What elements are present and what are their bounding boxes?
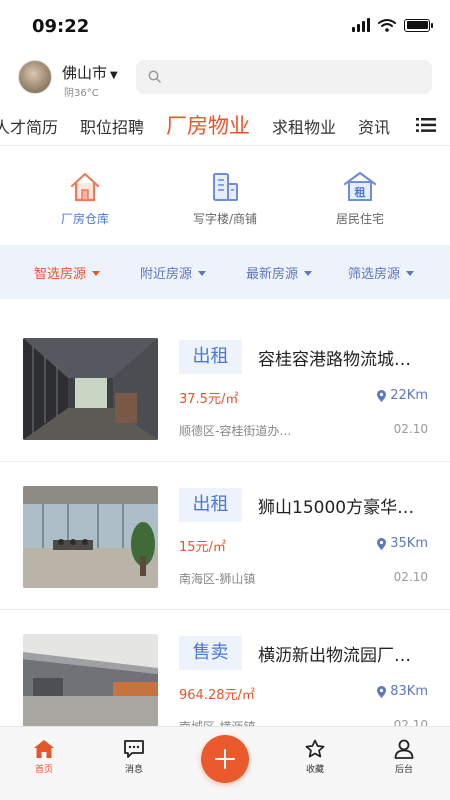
triangle-down-icon bbox=[198, 271, 207, 276]
listing-item[interactable]: 售卖 横沥新出物流园厂… 964.28元/㎡ 83Km 南城区-横沥镇 02.1… bbox=[0, 610, 450, 726]
listing-tag: 售卖 bbox=[179, 636, 242, 670]
post-plus-button[interactable] bbox=[201, 735, 249, 783]
user-icon bbox=[394, 739, 414, 759]
tab-label: 收藏 bbox=[305, 765, 324, 775]
nav-item-news[interactable]: 资讯 bbox=[358, 114, 390, 138]
list-menu-icon[interactable] bbox=[416, 117, 436, 133]
chevron-down-icon: ▼ bbox=[110, 70, 118, 81]
signal-icon bbox=[352, 18, 370, 32]
listing-price: 964.28元/㎡ bbox=[179, 688, 255, 703]
city-selector[interactable]: 佛山市 ▼ bbox=[62, 62, 118, 83]
filter-label: 筛选房源 bbox=[348, 267, 401, 282]
listing-title: 容桂容港路物流城… bbox=[258, 350, 411, 370]
listing-date: 02.10 bbox=[393, 422, 428, 436]
filter-smart[interactable]: 智选房源 bbox=[34, 263, 101, 282]
triangle-down-icon bbox=[304, 271, 313, 276]
nav-item-resume[interactable]: 人才简历 bbox=[0, 114, 58, 138]
category-residential[interactable]: 租 居民住宅 bbox=[300, 170, 420, 227]
listing-photo bbox=[23, 634, 158, 726]
category-label: 厂房仓库 bbox=[60, 212, 109, 226]
status-bar: 09:22 bbox=[0, 0, 450, 52]
search-icon bbox=[148, 70, 161, 83]
battery-icon bbox=[404, 18, 433, 32]
listing-price: 15元/㎡ bbox=[179, 540, 226, 555]
category-label: 写字楼/商铺 bbox=[192, 212, 258, 226]
office-building-icon bbox=[213, 173, 238, 201]
distance-value: 22Km bbox=[390, 388, 428, 403]
tab-favorites[interactable]: 收藏 bbox=[285, 739, 345, 775]
listing-item[interactable]: 出租 容桂容港路物流城… 37.5元/㎡ 22Km 顺德区-容桂街道办… 02.… bbox=[0, 314, 450, 462]
avatar[interactable] bbox=[18, 60, 52, 94]
listing-title: 横沥新出物流园厂… bbox=[258, 646, 411, 666]
rent-house-icon: 租 bbox=[343, 171, 377, 201]
nav-item-property[interactable]: 厂房物业 bbox=[166, 110, 250, 140]
category-office-shop[interactable]: 写字楼/商铺 bbox=[165, 170, 285, 227]
bottom-tab-bar: 首页 消息 收藏 后台 bbox=[0, 726, 450, 800]
listing-date: 02.10 bbox=[393, 570, 428, 584]
listing-location: 顺德区-容桂街道办… bbox=[179, 424, 292, 438]
listing-distance: 83Km bbox=[377, 684, 428, 699]
category-row: 厂房仓库 写字楼/商铺 租 居民住宅 bbox=[0, 158, 450, 236]
distance-value: 83Km bbox=[390, 684, 428, 699]
tab-home[interactable]: 首页 bbox=[14, 739, 74, 775]
filter-screen[interactable]: 筛选房源 bbox=[348, 263, 415, 282]
tab-label: 消息 bbox=[124, 765, 143, 775]
listing-location: 南海区-狮山镇 bbox=[179, 572, 256, 586]
listing-price: 37.5元/㎡ bbox=[179, 392, 239, 407]
status-icons bbox=[352, 18, 433, 32]
message-icon bbox=[124, 740, 144, 758]
listing-list: 出租 容桂容港路物流城… 37.5元/㎡ 22Km 顺德区-容桂街道办… 02.… bbox=[0, 314, 450, 726]
search-box[interactable] bbox=[136, 60, 432, 94]
listing-tag: 出租 bbox=[179, 340, 242, 374]
triangle-down-icon bbox=[406, 271, 415, 276]
filter-label: 智选房源 bbox=[34, 267, 87, 282]
nav-item-jobs[interactable]: 职位招聘 bbox=[80, 114, 144, 138]
house-icon bbox=[70, 172, 100, 202]
listing-tag: 出租 bbox=[179, 488, 242, 522]
nav-item-wanted-rent[interactable]: 求租物业 bbox=[272, 114, 336, 138]
triangle-down-icon bbox=[92, 271, 101, 276]
listing-distance: 35Km bbox=[377, 536, 428, 551]
city-label: 佛山市 bbox=[62, 64, 108, 82]
search-input[interactable] bbox=[136, 60, 432, 94]
tab-label: 首页 bbox=[34, 765, 53, 775]
filter-label: 附近房源 bbox=[140, 267, 193, 282]
location-pin-icon bbox=[377, 685, 387, 698]
category-factory-warehouse[interactable]: 厂房仓库 bbox=[25, 170, 145, 227]
tab-label: 后台 bbox=[394, 765, 413, 775]
tab-messages[interactable]: 消息 bbox=[104, 739, 164, 775]
filter-latest[interactable]: 最新房源 bbox=[246, 263, 313, 282]
location-pin-icon bbox=[377, 537, 387, 550]
filter-nearby[interactable]: 附近房源 bbox=[140, 263, 207, 282]
category-label: 居民住宅 bbox=[335, 212, 384, 226]
listing-distance: 22Km bbox=[377, 388, 428, 403]
status-time: 09:22 bbox=[32, 16, 90, 37]
listing-location: 南城区-横沥镇 bbox=[179, 718, 319, 726]
weather-text: 阴36°C bbox=[64, 88, 99, 99]
tab-backend[interactable]: 后台 bbox=[374, 739, 434, 775]
header: 佛山市 ▼ 阴36°C bbox=[0, 56, 450, 100]
location-pin-icon bbox=[377, 389, 387, 402]
listing-date: 02.10 bbox=[393, 718, 428, 726]
rent-badge: 租 bbox=[355, 186, 366, 199]
star-icon bbox=[305, 739, 325, 758]
distance-value: 35Km bbox=[390, 536, 428, 551]
filter-label: 最新房源 bbox=[246, 267, 299, 282]
wifi-icon bbox=[378, 19, 396, 32]
home-icon bbox=[34, 740, 54, 758]
top-nav: 人才简历 职位招聘 厂房物业 求租物业 资讯 bbox=[0, 104, 450, 146]
listing-photo bbox=[23, 338, 158, 440]
filter-bar: 智选房源 附近房源 最新房源 筛选房源 bbox=[0, 245, 450, 299]
listing-item[interactable]: 出租 狮山15000方豪华… 15元/㎡ 35Km 南海区-狮山镇 02.10 bbox=[0, 462, 450, 610]
listing-title: 狮山15000方豪华… bbox=[258, 498, 415, 518]
listing-photo bbox=[23, 486, 158, 588]
